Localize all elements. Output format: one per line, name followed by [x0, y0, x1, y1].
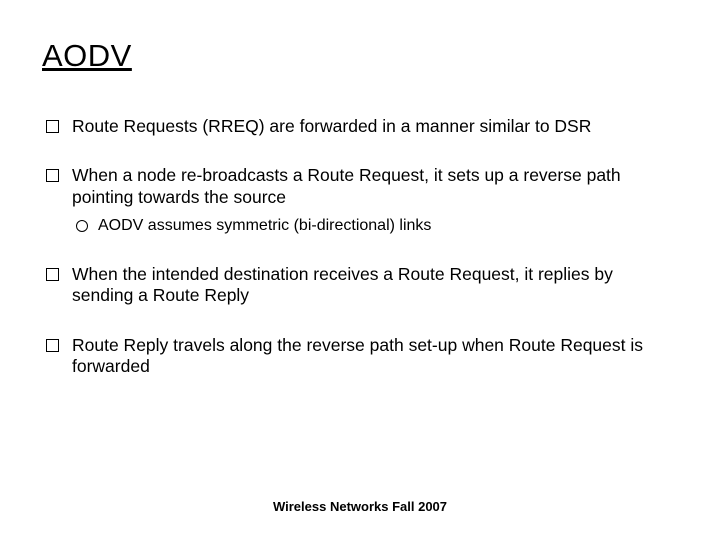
bullet-text: When a node re-broadcasts a Route Reques… [72, 165, 621, 206]
list-item: Route Requests (RREQ) are forwarded in a… [44, 116, 676, 137]
slide-footer: Wireless Networks Fall 2007 [0, 499, 720, 514]
slide: AODV Route Requests (RREQ) are forwarded… [0, 0, 720, 540]
list-item: When a node re-broadcasts a Route Reques… [44, 165, 676, 236]
bullet-text: When the intended destination receives a… [72, 264, 613, 305]
bullet-list: Route Requests (RREQ) are forwarded in a… [44, 116, 676, 377]
sub-bullet-text: AODV assumes symmetric (bi-directional) … [98, 217, 431, 234]
bullet-text: Route Reply travels along the reverse pa… [72, 335, 643, 376]
list-item: When the intended destination receives a… [44, 264, 676, 307]
sub-list: AODV assumes symmetric (bi-directional) … [72, 216, 676, 236]
bullet-text: Route Requests (RREQ) are forwarded in a… [72, 116, 591, 136]
list-item: Route Reply travels along the reverse pa… [44, 335, 676, 378]
slide-title: AODV [42, 38, 676, 74]
sub-list-item: AODV assumes symmetric (bi-directional) … [72, 216, 676, 236]
